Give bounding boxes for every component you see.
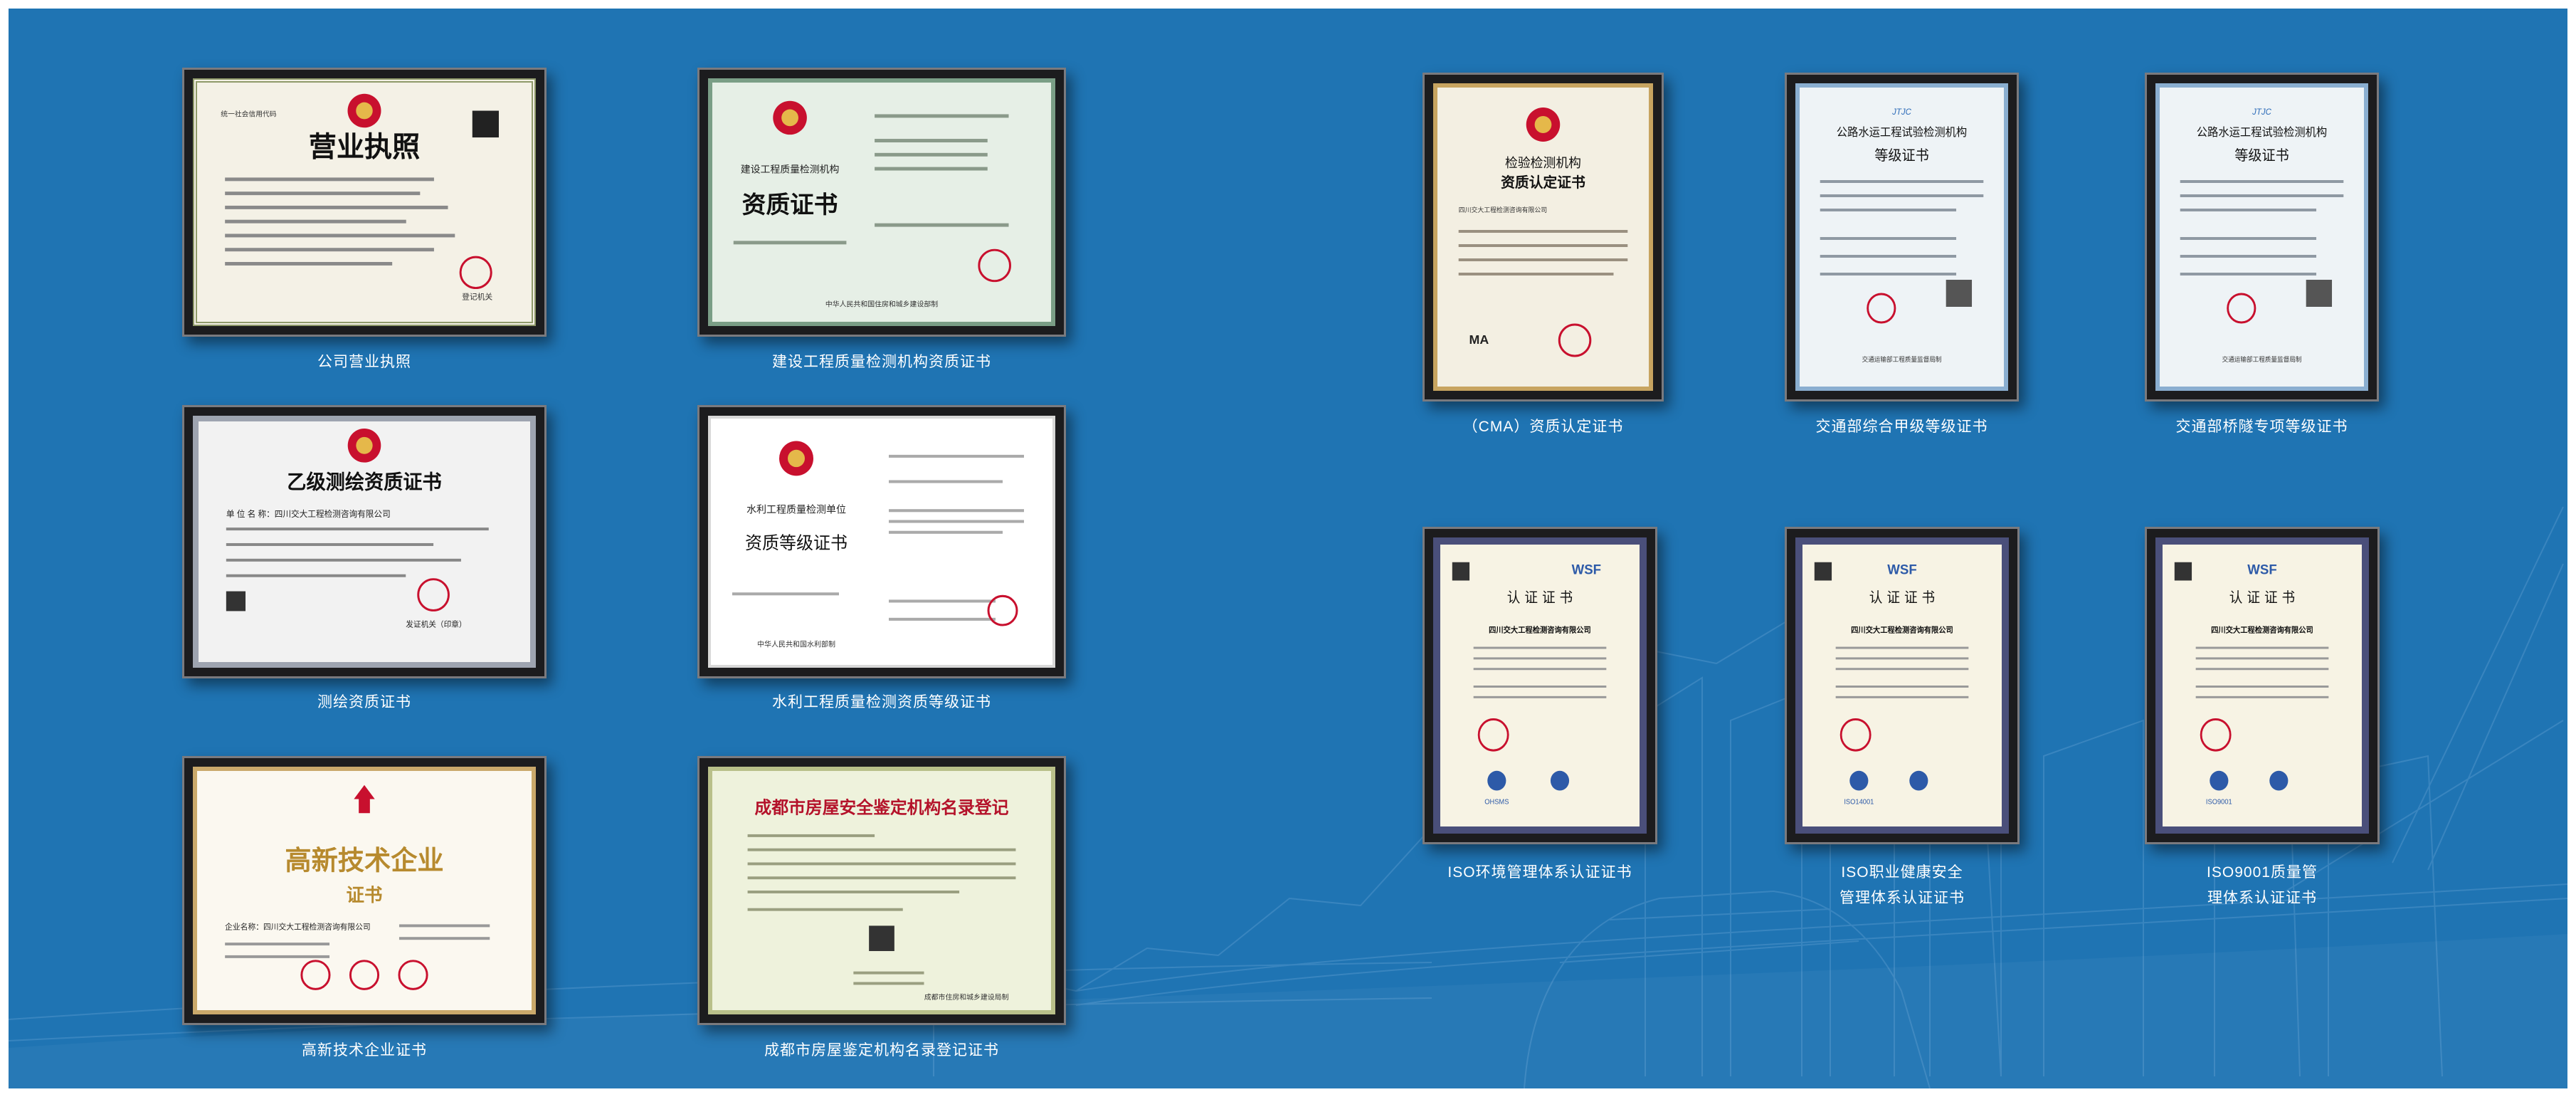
- certificate-frame: JTJC 公路水运工程试验检测机构 等级证书 交通运输部工程质量监督局制: [2145, 73, 2379, 401]
- doc-title: 等级证书: [2234, 147, 2289, 164]
- doc-title: 认 证 证 书: [1507, 589, 1573, 607]
- doc-title: 等级证书: [1874, 147, 1928, 164]
- doc-title: 认 证 证 书: [2229, 589, 2295, 607]
- svg-text:JTJC: JTJC: [2252, 107, 2271, 117]
- certificate-caption: 交通部桥隧专项等级证书: [2175, 419, 2348, 435]
- certificate-frame: WSF 认 证 证 书 四川交大工程检测咨询有限公司 ISO9001: [2145, 527, 2380, 844]
- doc-title: 资质证书: [742, 190, 838, 219]
- svg-text:JTJC: JTJC: [1891, 107, 1911, 117]
- certificate-caption: ISO9001质量管 理体系认证证书: [2207, 864, 2318, 906]
- certificate-cma: 检验检测机构 资质认定证书 四川交大工程检测咨询有限公司 MA （CMA）资质认…: [1422, 73, 1664, 457]
- svg-text:公路水运工程试验检测机构: 公路水运工程试验检测机构: [2197, 125, 2328, 139]
- svg-text:水利工程质量检测单位: 水利工程质量检测单位: [746, 503, 846, 515]
- certificate-frame: JTJC 公路水运工程试验检测机构 等级证书 交通运输部工程质量监督局制: [1785, 73, 2019, 401]
- svg-text:发证机关（印章）: 发证机关（印章）: [406, 619, 466, 629]
- doc-title: 资质等级证书: [745, 533, 848, 553]
- certificate-frame: 高新技术企业 证书 企业名称：四川交大工程检测咨询有限公司: [182, 756, 547, 1025]
- doc-title: 资质认定证书: [1501, 174, 1585, 191]
- doc-title: 营业执照: [309, 131, 421, 164]
- certificate-construction-testing: 建设工程质量检测机构 资质证书 中华人民共和国住房和城乡建设部制 建设工程质量检…: [697, 68, 1066, 381]
- doc-title: 高新技术企业: [285, 844, 443, 876]
- svg-text:登记机关: 登记机关: [462, 291, 492, 301]
- certificate-image: WSF 认 证 证 书 四川交大工程检测咨询有限公司 OHSMS: [1433, 537, 1647, 834]
- certificate-transport-comprehensive: JTJC 公路水运工程试验检测机构 等级证书 交通运输部工程质量监督局制 交通部…: [1785, 73, 2019, 457]
- certificate-frame: 乙级测绘资质证书 单 位 名 称：四川交大工程检测咨询有限公司 发证机关（印章）: [182, 405, 547, 678]
- certificate-iso-occupational-health: WSF 认 证 证 书 四川交大工程检测咨询有限公司 ISO14001 ISO职…: [1785, 527, 2020, 911]
- certificate-image: 建设工程质量检测机构 资质证书 中华人民共和国住房和城乡建设部制: [708, 78, 1055, 326]
- certificate-caption: 交通部综合甲级等级证书: [1815, 419, 1988, 435]
- svg-text:OHSMS: OHSMS: [1484, 798, 1509, 806]
- certificate-caption: （CMA）资质认定证书: [1462, 419, 1624, 435]
- certificate-image: JTJC 公路水运工程试验检测机构 等级证书 交通运输部工程质量监督局制: [1795, 83, 2008, 391]
- svg-text:企业名称：四川交大工程检测咨询有限公司: 企业名称：四川交大工程检测咨询有限公司: [225, 921, 371, 931]
- certificate-business-license: 营业执照 统一社会信用代码 登记机关 公司营业执照: [182, 68, 547, 381]
- svg-text:成都市住房和城乡建设局制: 成都市住房和城乡建设局制: [924, 992, 1009, 1002]
- svg-text:ISO9001: ISO9001: [2206, 798, 2232, 806]
- svg-text:中华人民共和国水利部制: 中华人民共和国水利部制: [757, 639, 835, 649]
- certificate-frame: 建设工程质量检测机构 资质证书 中华人民共和国住房和城乡建设部制: [697, 68, 1066, 337]
- svg-text:四川交大工程检测咨询有限公司: 四川交大工程检测咨询有限公司: [1459, 206, 1548, 214]
- svg-text:MA: MA: [1469, 332, 1489, 347]
- certificate-transport-bridge-tunnel: JTJC 公路水运工程试验检测机构 等级证书 交通运输部工程质量监督局制 交通部…: [2145, 73, 2379, 457]
- certificate-surveying: 乙级测绘资质证书 单 位 名 称：四川交大工程检测咨询有限公司 发证机关（印章）…: [182, 405, 547, 718]
- svg-text:WSF: WSF: [1887, 562, 1917, 578]
- svg-text:中华人民共和国住房和城乡建设部制: 中华人民共和国住房和城乡建设部制: [825, 299, 938, 308]
- certificate-caption: 公司营业执照: [317, 354, 411, 370]
- certificate-image: 高新技术企业 证书 企业名称：四川交大工程检测咨询有限公司: [193, 767, 536, 1014]
- certificate-frame: 成都市房屋安全鉴定机构名录登记 成都市住房和城乡建设局制: [697, 756, 1066, 1025]
- doc-title: 乙级测绘资质证书: [287, 471, 441, 493]
- certificate-frame: WSF 认 证 证 书 四川交大工程检测咨询有限公司 OHSMS: [1422, 527, 1657, 844]
- svg-text:公路水运工程试验检测机构: 公路水运工程试验检测机构: [1837, 125, 1968, 139]
- certificate-image: WSF 认 证 证 书 四川交大工程检测咨询有限公司 ISO9001: [2155, 537, 2369, 834]
- svg-text:交通运输部工程质量监督局制: 交通运输部工程质量监督局制: [2222, 355, 2302, 363]
- svg-text:单 位 名 称：四川交大工程检测咨询有限公司: 单 位 名 称：四川交大工程检测咨询有限公司: [226, 509, 391, 519]
- certificate-frame: 营业执照 统一社会信用代码 登记机关: [182, 68, 547, 337]
- svg-text:WSF: WSF: [1572, 562, 1602, 578]
- doc-title: 认 证 证 书: [1869, 589, 1935, 607]
- certificate-frame: 水利工程质量检测单位 资质等级证书 中华人民共和国水利部制: [697, 405, 1066, 678]
- svg-text:WSF: WSF: [2247, 562, 2277, 578]
- certificate-image: 水利工程质量检测单位 资质等级证书 中华人民共和国水利部制: [708, 416, 1055, 668]
- certificate-image: 乙级测绘资质证书 单 位 名 称：四川交大工程检测咨询有限公司 发证机关（印章）: [193, 416, 536, 668]
- svg-text:建设工程质量检测机构: 建设工程质量检测机构: [741, 164, 840, 175]
- certificate-caption: 测绘资质证书: [317, 694, 411, 710]
- svg-text:统一社会信用代码: 统一社会信用代码: [221, 109, 276, 118]
- certificate-iso-quality: WSF 认 证 证 书 四川交大工程检测咨询有限公司 ISO9001 ISO90…: [2145, 527, 2380, 911]
- certificate-image: JTJC 公路水运工程试验检测机构 等级证书 交通运输部工程质量监督局制: [2155, 83, 2368, 391]
- svg-text:证书: 证书: [347, 885, 383, 906]
- certificate-wall: 营业执照 统一社会信用代码 登记机关 公司营业执照 建设工程质量检测机构 资质证: [9, 9, 2567, 1088]
- certificate-caption: 水利工程质量检测资质等级证书: [772, 694, 991, 710]
- certificate-image: 营业执照 统一社会信用代码 登记机关: [193, 78, 536, 326]
- certificate-image: 成都市房屋安全鉴定机构名录登记 成都市住房和城乡建设局制: [708, 767, 1055, 1014]
- doc-title: 成都市房屋安全鉴定机构名录登记: [755, 797, 1009, 817]
- certificate-frame: WSF 认 证 证 书 四川交大工程检测咨询有限公司 ISO14001: [1785, 527, 2020, 844]
- certificate-caption: ISO环境管理体系认证证书: [1447, 864, 1632, 881]
- certificate-image: WSF 认 证 证 书 四川交大工程检测咨询有限公司 ISO14001: [1795, 537, 2009, 834]
- certificate-image: 检验检测机构 资质认定证书 四川交大工程检测咨询有限公司 MA: [1433, 83, 1653, 391]
- svg-text:四川交大工程检测咨询有限公司: 四川交大工程检测咨询有限公司: [2211, 625, 2313, 634]
- certificate-caption: 成都市房屋鉴定机构名录登记证书: [764, 1042, 999, 1059]
- svg-text:四川交大工程检测咨询有限公司: 四川交大工程检测咨询有限公司: [1489, 625, 1591, 634]
- certificate-chengdu-housing-appraisal: 成都市房屋安全鉴定机构名录登记 成都市住房和城乡建设局制 成都市房屋鉴定机构名录…: [697, 756, 1066, 1069]
- svg-text:ISO14001: ISO14001: [1844, 798, 1874, 806]
- svg-text:检验检测机构: 检验检测机构: [1505, 156, 1581, 171]
- certificate-frame: 检验检测机构 资质认定证书 四川交大工程检测咨询有限公司 MA: [1422, 73, 1664, 401]
- certificate-caption: 高新技术企业证书: [302, 1042, 427, 1059]
- certificate-iso-environmental: WSF 认 证 证 书 四川交大工程检测咨询有限公司 OHSMS ISO环境管理…: [1422, 527, 1657, 911]
- svg-text:四川交大工程检测咨询有限公司: 四川交大工程检测咨询有限公司: [1851, 625, 1953, 634]
- certificate-caption: ISO职业健康安全 管理体系认证证书: [1839, 864, 1965, 906]
- certificate-caption: 建设工程质量检测机构资质证书: [772, 354, 991, 370]
- certificate-high-tech-enterprise: 高新技术企业 证书 企业名称：四川交大工程检测咨询有限公司 高新技术企业证书: [182, 756, 547, 1069]
- svg-text:交通运输部工程质量监督局制: 交通运输部工程质量监督局制: [1862, 355, 1942, 363]
- certificate-water-conservancy: 水利工程质量检测单位 资质等级证书 中华人民共和国水利部制 水利工程质量检测资质…: [697, 405, 1066, 718]
